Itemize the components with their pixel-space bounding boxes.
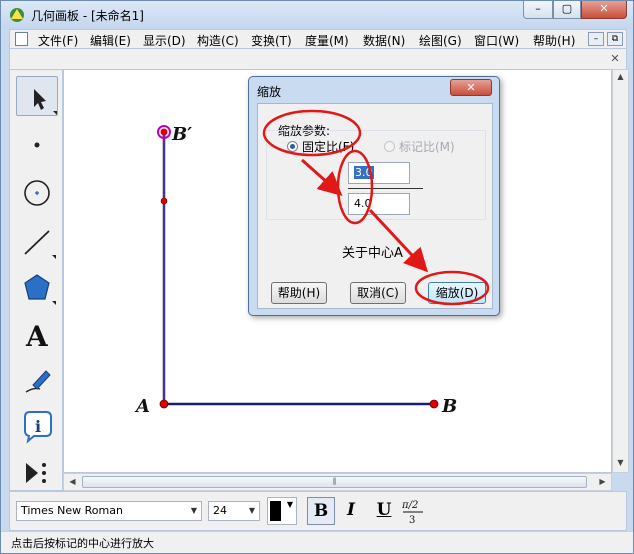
dialog-close-button[interactable]: ✕	[450, 79, 492, 96]
marked-ratio-label: 标记比(M)	[399, 140, 455, 154]
compass-tool[interactable]	[16, 174, 58, 214]
cancel-button[interactable]: 取消(C)	[350, 282, 406, 304]
document-icon[interactable]	[15, 32, 28, 46]
fixed-ratio-label[interactable]: 固定比(F)	[302, 138, 354, 155]
document-strip: ✕	[9, 49, 627, 69]
status-text: 点击后按标记的中心进行放大	[11, 537, 154, 550]
font-family-value: Times New Roman	[21, 504, 123, 517]
minimize-button[interactable]: –	[523, 1, 553, 19]
point-a	[159, 399, 169, 409]
underline-button[interactable]: U	[370, 497, 398, 525]
point-b	[429, 399, 439, 409]
dialog-body: 缩放参数: 固定比(F) 标记比(M) 3.0 4.0 关于中心A 帮助(H) …	[257, 103, 493, 309]
text-tool[interactable]: A	[16, 315, 58, 355]
information-tool[interactable]: i	[16, 407, 58, 447]
chevron-down-icon: ▼	[286, 500, 293, 509]
svg-text:π/2: π/2	[401, 500, 418, 511]
svg-text:A: A	[25, 320, 49, 353]
menu-measure[interactable]: 度量(M)	[305, 32, 349, 49]
dilate-dialog: 缩放 ✕ 缩放参数: 固定比(F) 标记比(M) 3.0 4.0 关于中心A 帮…	[248, 76, 500, 316]
numerator-input[interactable]: 3.0	[348, 162, 410, 184]
document-minimize-button[interactable]: –	[588, 32, 604, 46]
bold-button[interactable]: B	[307, 497, 335, 525]
marker-tool[interactable]	[16, 361, 58, 401]
text-icon: A	[25, 320, 49, 353]
marked-ratio-radio	[384, 141, 395, 152]
custom-tools-icon	[26, 463, 46, 483]
italic-button[interactable]: I	[337, 497, 365, 525]
status-bar: 点击后按标记的中心进行放大	[1, 531, 633, 553]
point-icon	[34, 142, 40, 148]
menu-construct[interactable]: 构造(C)	[197, 32, 239, 49]
denominator-value: 4.0	[354, 197, 372, 210]
dialog-title: 缩放	[257, 85, 282, 99]
menu-transform[interactable]: 变换(T)	[251, 32, 292, 49]
horizontal-scroll-thumb[interactable]: ⫼	[82, 476, 587, 488]
fraction-bar	[348, 188, 423, 189]
denominator-input[interactable]: 4.0	[348, 193, 410, 215]
fixed-ratio-radio[interactable]	[287, 141, 298, 152]
polygon-tool[interactable]	[16, 269, 58, 309]
point-midpoint	[160, 197, 168, 205]
svg-text:i: i	[35, 417, 41, 436]
label-a: A	[134, 396, 150, 417]
center-label: 关于中心A	[342, 246, 403, 261]
segment-icon	[24, 230, 56, 259]
font-size-value: 24	[213, 504, 227, 517]
polygon-icon	[24, 274, 56, 305]
font-size-select[interactable]: 24 ▼	[208, 501, 260, 521]
vertical-scrollbar[interactable]: ▲ ▼	[612, 69, 629, 473]
menu-graph[interactable]: 绘图(G)	[419, 32, 462, 49]
menu-display[interactable]: 显示(D)	[143, 32, 186, 49]
chevron-down-icon: ▼	[190, 506, 197, 515]
dilate-button[interactable]: 缩放(D)	[428, 282, 486, 304]
point-tool[interactable]	[16, 125, 58, 165]
scroll-right-icon[interactable]: ▶	[595, 477, 610, 486]
menu-window[interactable]: 窗口(W)	[474, 32, 519, 49]
color-swatch	[270, 501, 281, 521]
straightedge-tool[interactable]	[16, 223, 58, 263]
math-format-icon[interactable]: π/2 3	[398, 496, 428, 526]
maximize-button[interactable]: ▢	[553, 1, 581, 19]
menu-file[interactable]: 文件(F)	[38, 32, 78, 49]
info-icon: i	[24, 411, 52, 444]
scroll-down-icon[interactable]: ▼	[613, 458, 628, 467]
font-family-select[interactable]: Times New Roman ▼	[16, 501, 202, 521]
menu-edit[interactable]: 编辑(E)	[90, 32, 131, 49]
scroll-up-icon[interactable]: ▲	[613, 72, 628, 81]
arrow-tool[interactable]	[16, 76, 58, 116]
menu-data[interactable]: 数据(N)	[363, 32, 405, 49]
point-b-prime	[160, 128, 168, 136]
toolbox: A i	[9, 69, 63, 491]
text-color-button[interactable]: ▼	[267, 497, 297, 525]
text-format-bar: Times New Roman ▼ 24 ▼ ▼ B I U π/2 3	[9, 491, 627, 531]
chevron-down-icon: ▼	[248, 506, 255, 515]
close-button[interactable]: ✕	[581, 1, 627, 19]
title-bar: 几何画板 - [未命名1] – ▢ ✕	[1, 1, 633, 29]
window-title: 几何画板 - [未命名1]	[31, 9, 144, 23]
numerator-value: 3.0	[354, 166, 374, 179]
document-restore-button[interactable]: ⧉	[607, 32, 623, 46]
label-b-prime: B′	[171, 124, 192, 145]
horizontal-scrollbar[interactable]: ◀ ⫼ ▶	[63, 473, 612, 491]
geometry-sketchpad-icon	[10, 8, 24, 22]
circle-icon	[24, 180, 50, 206]
menu-help[interactable]: 帮助(H)	[533, 32, 575, 49]
arrow-icon	[34, 89, 57, 115]
scroll-left-icon[interactable]: ◀	[65, 477, 80, 486]
marker-icon	[25, 370, 51, 393]
document-close-icon[interactable]: ✕	[608, 52, 622, 66]
svg-text:3: 3	[409, 515, 415, 526]
menu-bar: 文件(F) 编辑(E) 显示(D) 构造(C) 变换(T) 度量(M) 数据(N…	[9, 29, 627, 49]
label-b: B	[441, 396, 457, 417]
help-button[interactable]: 帮助(H)	[271, 282, 327, 304]
custom-tool[interactable]	[16, 453, 58, 493]
